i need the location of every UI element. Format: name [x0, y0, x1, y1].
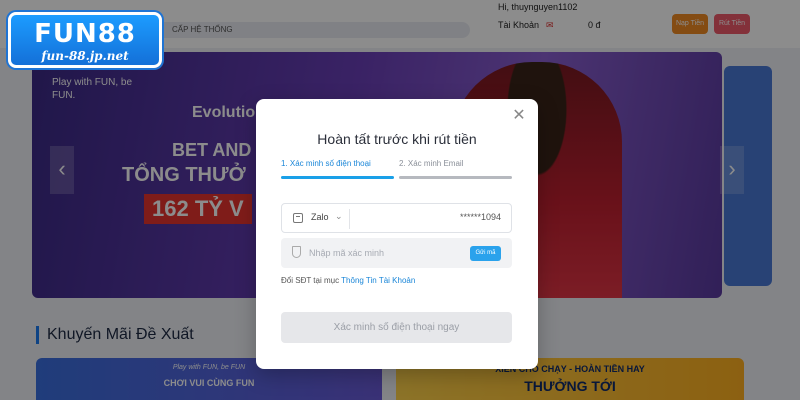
- close-icon[interactable]: ✕: [511, 107, 527, 125]
- step-progress-inactive: [399, 176, 512, 179]
- verify-phone-button[interactable]: Xác minh số điện thoại ngay: [281, 312, 512, 343]
- send-code-button[interactable]: Gửi mã: [470, 246, 501, 261]
- hint-text: Đổi SĐT tại mục: [281, 276, 342, 285]
- step-progress-active: [281, 176, 394, 179]
- logo-domain: fun-88.jp.net: [41, 49, 129, 63]
- modal-title: Hoàn tất trước khi rút tiền: [317, 131, 477, 147]
- withdraw-verification-modal: ✕ Hoàn tất trước khi rút tiền 1. Xác min…: [256, 99, 538, 369]
- account-info-link[interactable]: Thông Tin Tài Khoản: [341, 276, 415, 285]
- app-select[interactable]: Zalo: [311, 212, 329, 222]
- chevron-down-icon[interactable]: ⌄: [335, 211, 343, 222]
- chat-app-icon: [293, 213, 303, 223]
- masked-phone-number: ******1094: [459, 212, 501, 222]
- phone-field: Zalo ⌄ ******1094: [281, 203, 512, 233]
- step-email-tab[interactable]: 2. Xác minh Email: [399, 159, 463, 168]
- verification-code-input[interactable]: [309, 243, 459, 263]
- shield-icon: [292, 246, 301, 258]
- step-phone-tab[interactable]: 1. Xác minh số điện thoại: [281, 159, 371, 168]
- logo-text: FUN88: [34, 19, 136, 49]
- fun88-logo: FUN88 fun-88.jp.net: [8, 12, 162, 68]
- change-phone-hint: Đổi SĐT tại mục Thông Tin Tài Khoản: [281, 276, 415, 285]
- divider: [349, 209, 350, 229]
- verification-code-field: Gửi mã: [281, 238, 512, 268]
